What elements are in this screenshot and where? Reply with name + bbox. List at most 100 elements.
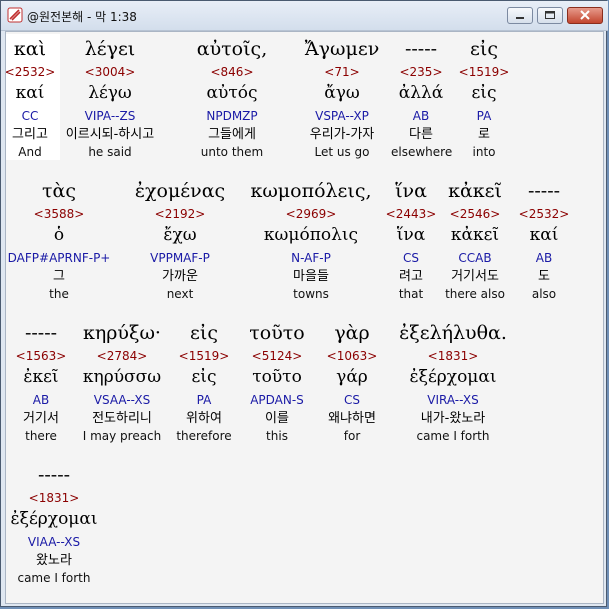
parsing-code: AB bbox=[535, 251, 553, 265]
parsing-code: VPPMAF-P bbox=[150, 251, 210, 265]
lexical-form: καί bbox=[529, 225, 559, 245]
greek-word: Ἄγωμεν bbox=[304, 38, 380, 60]
strong-number: <2192> bbox=[154, 207, 206, 221]
greek-word: ----- bbox=[527, 180, 561, 202]
greek-word: τὰς bbox=[42, 180, 76, 202]
word-cell[interactable]: ----- <1563> ἐκεῖ AB 거기서 there bbox=[6, 318, 76, 444]
greek-word: ----- bbox=[24, 322, 58, 344]
parsing-code: N-AF-P bbox=[291, 251, 331, 265]
korean-gloss: 위하여 bbox=[186, 411, 222, 426]
greek-word: γὰρ bbox=[334, 322, 370, 344]
app-window: @원전본해 - 막 1:38 καὶ <2532> καί CC 그리고 And λέγει… bbox=[0, 0, 608, 607]
close-button[interactable] bbox=[567, 7, 603, 24]
word-cell[interactable]: αὐτοῖς, <846> αὐτός NPDMZP 그들에게 unto them bbox=[187, 34, 277, 160]
strong-number: <1519> bbox=[458, 65, 510, 79]
english-gloss: therefore bbox=[176, 429, 232, 443]
korean-gloss: 마을들 bbox=[293, 269, 329, 284]
english-gloss: there also bbox=[445, 287, 505, 301]
lexical-form: τοῦτο bbox=[252, 367, 302, 387]
parsing-code: CS bbox=[403, 251, 419, 265]
korean-gloss: 전도하리니 bbox=[92, 411, 152, 426]
parsing-code: VSAA--XS bbox=[93, 393, 151, 407]
window-title: @원전본해 - 막 1:38 bbox=[27, 10, 137, 24]
word-cell[interactable]: ἵνα <2443> ἵνα CS 려고 that bbox=[381, 176, 441, 302]
title-bar[interactable]: @원전본해 - 막 1:38 bbox=[1, 1, 608, 31]
parsing-code: VIAA--XS bbox=[27, 535, 81, 549]
strong-number: <2784> bbox=[96, 349, 148, 363]
word-cell[interactable]: γὰρ <1063> γάρ CS 왜냐하면 for bbox=[312, 318, 392, 444]
korean-gloss: 그들에게 bbox=[208, 127, 256, 142]
korean-gloss: 왔노라 bbox=[36, 553, 72, 568]
korean-gloss: 왜냐하면 bbox=[328, 411, 376, 426]
word-cell[interactable]: ----- <1831> ἐξέρχομαι VIAA--XS 왔노라 came I fo… bbox=[6, 460, 104, 586]
greek-word: ἐχομένας bbox=[134, 180, 226, 202]
greek-word: εἰς bbox=[190, 322, 218, 344]
word-cell[interactable]: τὰς <3588> ὁ DAFP#APRNF-P+ 그 the bbox=[6, 176, 119, 302]
greek-word: λέγει bbox=[84, 38, 136, 60]
parsing-code: NPDMZP bbox=[206, 109, 258, 123]
lexical-form: κἀκεῖ bbox=[450, 225, 500, 245]
greek-word: ἵνα bbox=[395, 180, 427, 202]
greek-word: κωμοπόλεις, bbox=[250, 180, 372, 202]
word-cell[interactable]: κηρύξω· <2784> κηρύσσω VSAA--XS 전도하리니 I may p… bbox=[67, 318, 177, 444]
lexical-form: ἐξέρχομαι bbox=[10, 509, 98, 529]
maximize-icon bbox=[545, 11, 555, 19]
word-cell[interactable]: λέγει <3004> λέγω VIPA--ZS 이르시되-하시고 he said bbox=[40, 34, 180, 160]
lexical-form: εἰς bbox=[191, 367, 217, 387]
word-cell[interactable]: εἰς <1519> εἰς PA 로 into bbox=[454, 34, 514, 160]
korean-gloss: 거기서 bbox=[23, 411, 59, 426]
greek-word: ἐξελήλυθα. bbox=[399, 322, 507, 344]
english-gloss: towns bbox=[293, 287, 329, 301]
korean-gloss: 이를 bbox=[265, 411, 289, 426]
parsing-code: VSPA--XP bbox=[315, 109, 369, 123]
korean-gloss: 거기서도 bbox=[451, 269, 499, 284]
word-cell[interactable]: Ἄγωμεν <71> ἄγω VSPA--XP 우리가-가자 Let us go bbox=[287, 34, 397, 160]
english-gloss: for bbox=[343, 429, 361, 443]
word-cell[interactable]: εἰς <1519> εἰς PA 위하여 therefore bbox=[174, 318, 234, 444]
greek-word: κηρύξω· bbox=[83, 322, 161, 344]
parsing-code: CS bbox=[344, 393, 360, 407]
lexical-form: αὐτός bbox=[206, 83, 258, 103]
parsing-code: PA bbox=[196, 393, 212, 407]
parsing-code: APDAN-S bbox=[250, 393, 304, 407]
lexical-form: ἀλλά bbox=[398, 83, 444, 103]
korean-gloss: 다른 bbox=[409, 127, 433, 142]
english-gloss: came I forth bbox=[416, 429, 490, 443]
parsing-code: VIPA--ZS bbox=[84, 109, 136, 123]
lexical-form: κηρύσσω bbox=[82, 367, 162, 387]
english-gloss: that bbox=[398, 287, 424, 301]
word-cell[interactable]: ----- <235> ἀλλά AB 다른 elsewhere bbox=[391, 34, 452, 160]
strong-number: <2532> bbox=[518, 207, 570, 221]
word-cell[interactable]: ἐχομένας <2192> ἔχω VPPMAF-P 가까운 next bbox=[120, 176, 240, 302]
strong-number: <5124> bbox=[251, 349, 303, 363]
word-cell[interactable]: κωμοπόλεις, <2969> κωμόπολις N-AF-P 마을들 towns bbox=[246, 176, 376, 302]
lexical-form: ἐξέρχομαι bbox=[409, 367, 497, 387]
word-cell[interactable]: ἐξελήλυθα. <1831> ἐξέρχομαι VIRA--XS 내가-왔노라 c… bbox=[388, 318, 518, 444]
minimize-button[interactable] bbox=[507, 7, 533, 24]
lexical-form: ἵνα bbox=[396, 225, 426, 245]
interlinear-view[interactable]: καὶ <2532> καί CC 그리고 And λέγει <3004> λέγω VIPA-… bbox=[5, 31, 604, 604]
strong-number: <1563> bbox=[15, 349, 67, 363]
word-cell[interactable]: τοῦτο <5124> τοῦτο APDAN-S 이를 this bbox=[232, 318, 322, 444]
greek-word: ----- bbox=[37, 464, 71, 486]
greek-word: κἀκεῖ bbox=[448, 180, 502, 202]
korean-gloss: 이르시되-하시고 bbox=[65, 127, 155, 142]
korean-gloss: 도 bbox=[538, 269, 550, 284]
english-gloss: unto them bbox=[200, 145, 264, 159]
strong-number: <3588> bbox=[33, 207, 85, 221]
greek-word: τοῦτο bbox=[249, 322, 305, 344]
word-cell[interactable]: κἀκεῖ <2546> κἀκεῖ CCAB 거기서도 there also bbox=[440, 176, 510, 302]
korean-gloss: 려고 bbox=[399, 269, 423, 284]
greek-word: ----- bbox=[404, 38, 438, 60]
korean-gloss: 우리가-가자 bbox=[309, 127, 375, 142]
english-gloss: came I forth bbox=[17, 571, 91, 585]
maximize-button[interactable] bbox=[537, 7, 563, 24]
greek-word: εἰς bbox=[470, 38, 498, 60]
lexical-form: γάρ bbox=[336, 367, 368, 387]
english-gloss: Let us go bbox=[314, 145, 370, 159]
english-gloss: there bbox=[25, 429, 57, 443]
word-cell[interactable]: ----- <2532> καί AB 도 also bbox=[514, 176, 574, 302]
english-gloss: I may preach bbox=[82, 429, 162, 443]
parsing-code: CCAB bbox=[458, 251, 492, 265]
parsing-code: AB bbox=[32, 393, 50, 407]
